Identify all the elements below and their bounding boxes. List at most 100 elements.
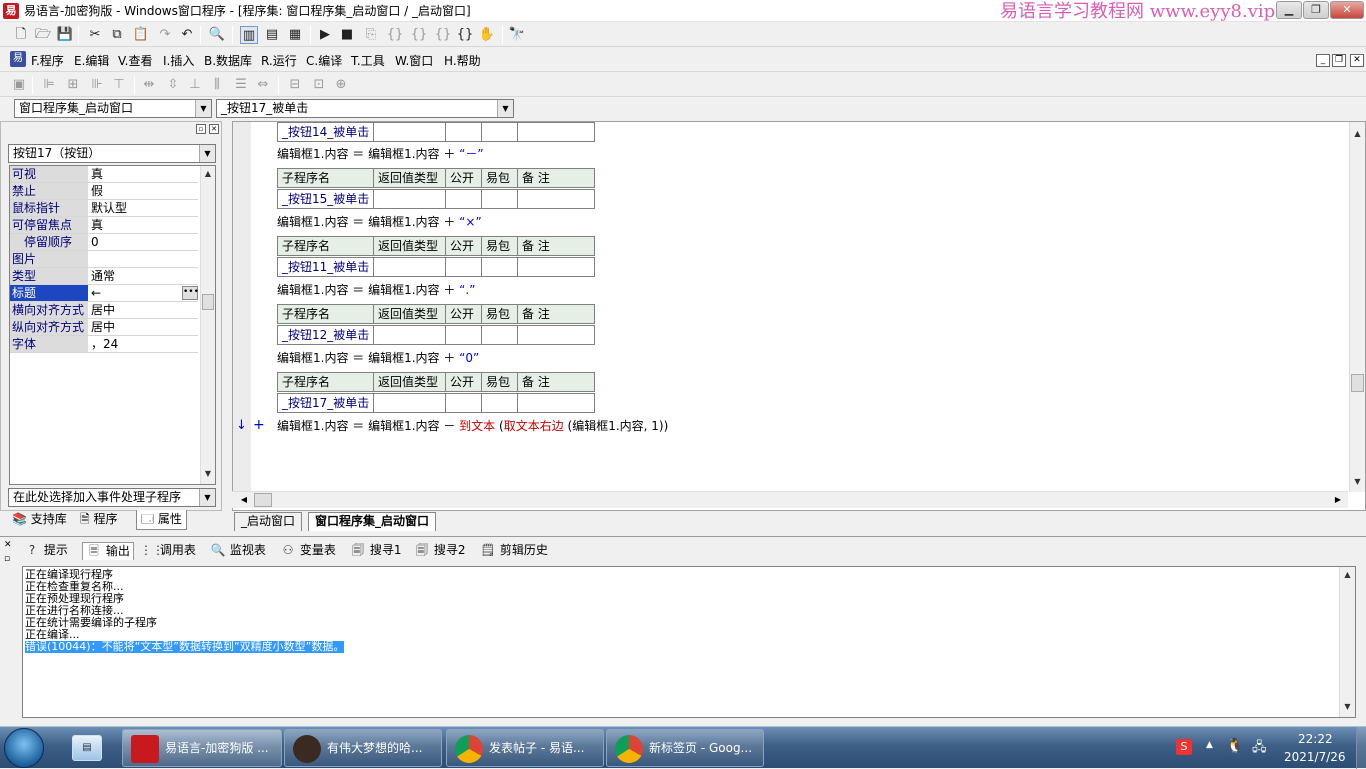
stop-icon[interactable]: ■	[338, 26, 356, 44]
tab-program-set[interactable]: 窗口程序集_启动窗口	[308, 512, 437, 531]
subroutine-table-row[interactable]: _按钮15_被单击	[277, 189, 595, 209]
hand-icon[interactable]: ✋	[478, 26, 496, 44]
center-vertical-icon[interactable]: ⊡	[310, 76, 328, 94]
output-text-area[interactable]: 正在编译现行程序 正在检查重复名称... 正在预处理现行程序 正在进行名称连接.…	[22, 566, 1356, 718]
show-desktop-button[interactable]	[1356, 727, 1366, 769]
tab-output[interactable]: 🗏 输出	[82, 542, 134, 560]
clock-time[interactable]: 22:22	[1298, 732, 1333, 746]
remark-cell[interactable]	[518, 326, 594, 344]
error-line[interactable]: 错误(10044)：不能将“文本型”数据转换到“双精度小数型”数据。	[25, 641, 345, 653]
taskbar-item[interactable]: 易语言-加密狗版 ...	[122, 729, 282, 767]
minimize-button[interactable]: ▁	[1276, 1, 1302, 19]
subroutine-name[interactable]: _按钮14_被单击	[278, 123, 374, 141]
property-row[interactable]: 横向对齐方式 居中	[10, 302, 198, 319]
panel-restore-icon[interactable]: ▫	[4, 554, 10, 564]
find-icon[interactable]: 🔍	[208, 26, 226, 44]
package-cell[interactable]	[482, 123, 518, 141]
menu-compile[interactable]: C.编译	[306, 54, 342, 68]
tab-program[interactable]: 🗎 程序	[76, 510, 122, 530]
center-both-icon[interactable]: ⊕	[332, 76, 350, 94]
return-type-cell[interactable]	[374, 258, 446, 276]
scroll-up-icon[interactable]: ▲	[201, 166, 215, 182]
binoculars-icon[interactable]: 🔭	[508, 26, 526, 44]
step-over-icon[interactable]: {}	[410, 26, 428, 44]
panel-close-icon[interactable]: ✕	[4, 540, 12, 550]
property-row[interactable]: 纵向对齐方式 居中	[10, 319, 198, 336]
save-icon[interactable]: 💾	[56, 26, 74, 44]
space-across-icon[interactable]: ⫼	[208, 76, 226, 94]
app-icon[interactable]: 易	[3, 3, 19, 19]
menu-view[interactable]: V.查看	[118, 54, 152, 68]
remark-cell[interactable]	[518, 258, 594, 276]
pinned-app-icon[interactable]: ▤	[72, 735, 102, 761]
qq-icon[interactable]: 🐧	[1226, 738, 1243, 754]
menu-run[interactable]: R.运行	[261, 54, 297, 68]
tab-start-window[interactable]: _启动窗口	[234, 512, 303, 531]
menu-tools[interactable]: T.工具	[351, 54, 385, 68]
package-cell[interactable]	[482, 326, 518, 344]
subroutine-name[interactable]: _按钮17_被单击	[278, 394, 374, 412]
public-cell[interactable]	[446, 190, 482, 208]
align-center-icon[interactable]: ⊞	[64, 76, 82, 94]
property-value[interactable]	[90, 251, 198, 267]
property-row[interactable]: 停留顺序 0	[10, 234, 198, 251]
property-value[interactable]: 居中	[90, 319, 198, 335]
property-value[interactable]: ，24	[90, 336, 198, 352]
panel-restore-icon[interactable]: ▫	[196, 124, 206, 134]
editor-hscrollbar[interactable]: ◀ ▶	[232, 491, 1348, 508]
property-row[interactable]: 鼠标指针 默认型	[10, 200, 198, 217]
subroutine-table-row[interactable]: _按钮12_被单击	[277, 325, 595, 345]
same-height-icon[interactable]: ⇳	[164, 76, 182, 94]
code-line[interactable]: 编辑框1.内容 ＝ 编辑框1.内容 ＋ “－”	[277, 146, 484, 162]
menu-window[interactable]: W.窗口	[395, 54, 433, 68]
paste-icon[interactable]: 📋	[132, 26, 150, 44]
same-width-icon[interactable]: ⇹	[140, 76, 158, 94]
align-left-icon[interactable]: ⊫	[40, 76, 58, 94]
chevron-down-icon[interactable]: ▼	[195, 100, 211, 117]
property-row[interactable]: 图片	[10, 251, 198, 268]
property-row[interactable]: 可视真	[10, 166, 198, 183]
network-icon[interactable]: 🖧	[1252, 738, 1267, 760]
execution-arrow-icon[interactable]: ↓	[236, 418, 247, 434]
property-row[interactable]: 禁止假	[10, 183, 198, 200]
new-file-icon[interactable]: 🗋	[12, 26, 30, 44]
align-bottom-icon[interactable]: ⊥	[186, 76, 204, 94]
tray-expand-icon[interactable]: ▲	[1206, 740, 1213, 750]
tab-watch-table[interactable]: 🔍 监视表	[210, 542, 266, 560]
code-editor[interactable]: _按钮14_被单击 编辑框1.内容 ＝ 编辑框1.内容 ＋ “－” 子程序名 返…	[232, 121, 1366, 511]
open-file-icon[interactable]: 🗁	[34, 26, 52, 44]
cut-icon[interactable]: ✂	[86, 26, 104, 44]
chevron-down-icon[interactable]: ▼	[199, 145, 215, 162]
align-icon[interactable]: ▣	[10, 76, 28, 94]
copy-icon[interactable]: ⧉	[108, 26, 126, 44]
taskbar-item[interactable]: 发表帖子 - 易语...	[446, 729, 604, 767]
remark-cell[interactable]	[518, 394, 594, 412]
return-type-cell[interactable]	[374, 394, 446, 412]
property-value[interactable]: 通常	[90, 268, 198, 284]
tab-search2[interactable]: 🗐 搜寻2	[414, 542, 465, 560]
step-into-icon[interactable]: {}	[386, 26, 404, 44]
taskbar-item[interactable]: 新标签页 - Goog...	[606, 729, 764, 767]
component-combo[interactable]: 按钮17（按钮） ▼	[8, 144, 216, 163]
layout-left-icon[interactable]: ▥	[240, 26, 258, 44]
tab-call-table[interactable]: ⋮⋮ 调用表	[140, 542, 196, 560]
maximize-button[interactable]: ❐	[1303, 1, 1329, 19]
scroll-up-icon[interactable]: ▲	[1350, 126, 1365, 142]
scroll-up-icon[interactable]: ▲	[1340, 567, 1355, 583]
layout-bottom-icon[interactable]: ▤	[263, 26, 281, 44]
panel-close-icon[interactable]: ✕	[209, 124, 219, 134]
property-row-selected[interactable]: 标题 ← •••	[10, 285, 199, 302]
layout-grid-icon[interactable]: ▦	[286, 26, 304, 44]
property-value[interactable]: 假	[90, 183, 198, 199]
property-scrollbar[interactable]: ▲ ▼	[200, 166, 215, 484]
expand-plus-icon[interactable]: +	[253, 417, 265, 433]
subroutine-name[interactable]: _按钮15_被单击	[278, 190, 374, 208]
undo-icon[interactable]: ↶	[178, 26, 196, 44]
ellipsis-button[interactable]: •••	[182, 286, 199, 300]
public-cell[interactable]	[446, 326, 482, 344]
tab-hint[interactable]: ? 提示	[24, 542, 68, 560]
property-value[interactable]: 真	[90, 217, 198, 233]
tab-properties[interactable]: 🗔 属性	[136, 510, 187, 530]
menu-help[interactable]: H.帮助	[444, 54, 481, 68]
subroutine-table-row[interactable]: _按钮17_被单击	[277, 393, 595, 413]
